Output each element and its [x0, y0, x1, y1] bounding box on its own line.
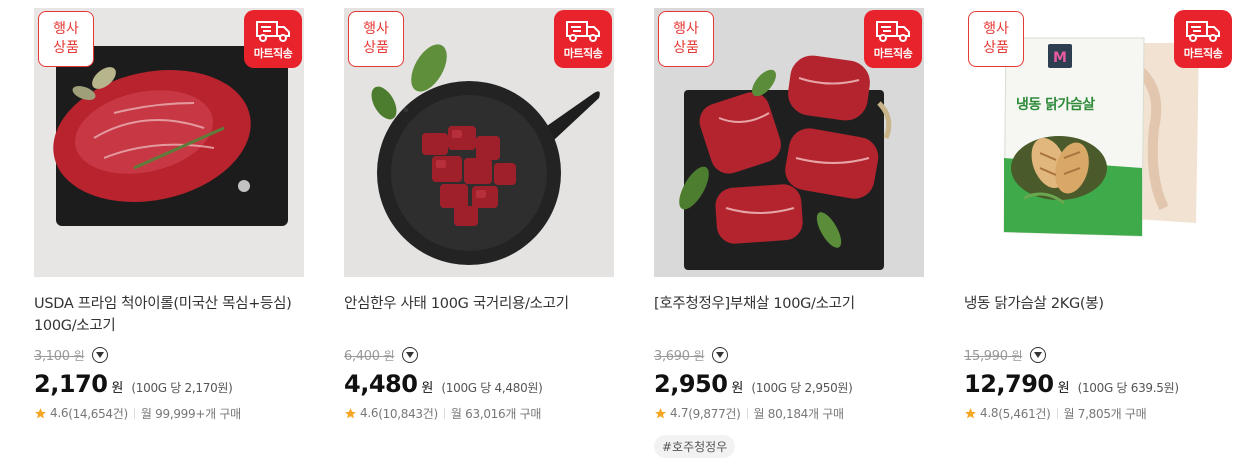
- star-icon: [655, 407, 666, 418]
- currency: 원: [1057, 381, 1070, 396]
- rating: 4.6: [360, 406, 379, 420]
- product-image[interactable]: 행사 상품 마트직송: [344, 8, 614, 277]
- chevron-down-icon: [406, 352, 415, 358]
- original-price: 15,990 원: [964, 348, 1023, 364]
- unit-price: (100G 당 639.5원): [1077, 381, 1179, 395]
- unit-price: (100G 당 4,480원): [441, 381, 543, 395]
- star-icon: [35, 407, 46, 418]
- star-icon: [345, 407, 356, 418]
- product-title[interactable]: USDA 프라임 척아이롤(미국산 목심+등심) 100G/소고기: [34, 293, 304, 337]
- event-badge: 행사 상품: [658, 11, 714, 67]
- review-count: (10,843건): [378, 406, 438, 421]
- monthly-sales: 월 63,016개 구매: [450, 406, 542, 421]
- monthly-sales: 월 99,999+개 구매: [140, 406, 241, 421]
- currency: 원: [731, 381, 744, 396]
- delivery-truck-icon: [876, 21, 910, 42]
- unit-price: (100G 당 2,170원): [131, 381, 233, 395]
- monthly-sales: 월 80,184개 구매: [753, 406, 844, 421]
- price-detail-dropdown[interactable]: [1030, 347, 1047, 363]
- event-badge: 행사 상품: [38, 11, 94, 67]
- product-image[interactable]: 행사 상품 마트직송: [654, 8, 924, 277]
- product-image[interactable]: 행사 상품 마트직송: [34, 8, 304, 277]
- star-icon: [965, 407, 976, 418]
- mart-direct-badge: 마트직송: [554, 10, 612, 68]
- original-price: 6,400 원: [344, 348, 395, 364]
- rating: 4.7: [670, 406, 689, 420]
- mart-direct-badge: 마트직송: [244, 10, 302, 68]
- delivery-truck-icon: [256, 21, 290, 42]
- rating: 4.8: [980, 406, 999, 420]
- currency: 원: [421, 381, 434, 396]
- product-card[interactable]: 행사 상품 마트직송 안심한우 사태 100G 국거리용/소고기 6,400 원…: [344, 8, 614, 422]
- event-badge: 행사 상품: [968, 11, 1024, 67]
- divider: [746, 407, 748, 419]
- sale-price: 12,790: [964, 370, 1054, 398]
- price-detail-dropdown[interactable]: [402, 347, 419, 363]
- delivery-truck-icon: [1186, 21, 1220, 42]
- original-price: 3,100 원: [34, 348, 85, 364]
- product-title[interactable]: 냉동 닭가슴살 2KG(봉): [964, 293, 1234, 337]
- price-detail-dropdown[interactable]: [92, 347, 109, 363]
- hashtag-chip[interactable]: #호주청정우: [654, 435, 736, 458]
- delivery-truck-icon: [566, 21, 600, 42]
- review-count: (14,654건): [68, 406, 128, 421]
- chevron-down-icon: [96, 352, 105, 358]
- product-image[interactable]: M 행사 상품 냉동 닭가슴살 마트직송: [964, 8, 1234, 277]
- package-label: 냉동 닭가슴살: [1016, 97, 1095, 113]
- product-card[interactable]: 행사 상품 마트직송 USDA 프라임 척아이롤(미국산 목심+등심) 100G…: [34, 8, 304, 422]
- review-count: (9,877건): [688, 406, 741, 421]
- sale-price: 2,950: [654, 370, 728, 398]
- currency: 원: [111, 381, 124, 396]
- mart-badge-label: 마트직송: [563, 47, 603, 60]
- mart-badge-label: 마트직송: [253, 47, 293, 60]
- chevron-down-icon: [716, 352, 725, 358]
- sale-price: 2,170: [34, 370, 108, 398]
- product-card[interactable]: M 행사 상품 냉동 닭가슴살 마트직송 냉동 닭가슴살 2KG(봉) 15,9…: [964, 8, 1234, 422]
- event-badge: 행사 상품: [348, 11, 404, 67]
- review-count: (5,461건): [998, 406, 1051, 421]
- product-title[interactable]: [호주청정우]부채살 100G/소고기: [654, 293, 924, 337]
- divider: [443, 407, 445, 419]
- mart-badge-label: 마트직송: [873, 47, 913, 60]
- divider: [1056, 407, 1058, 419]
- mart-badge-label: 마트직송: [1183, 47, 1223, 60]
- svg-text:M: M: [1053, 50, 1067, 66]
- rating: 4.6: [50, 406, 69, 420]
- mart-direct-badge: 마트직송: [1174, 10, 1232, 68]
- price-detail-dropdown[interactable]: [712, 347, 729, 363]
- divider: [133, 407, 135, 419]
- chevron-down-icon: [1034, 352, 1043, 358]
- mart-direct-badge: 마트직송: [864, 10, 922, 68]
- product-card[interactable]: 행사 상품 마트직송 [호주청정우]부채살 100G/소고기 3,690 원 2…: [654, 8, 924, 458]
- sale-price: 4,480: [344, 370, 418, 398]
- monthly-sales: 월 7,805개 구매: [1063, 406, 1147, 421]
- original-price: 3,690 원: [654, 348, 705, 364]
- product-title[interactable]: 안심한우 사태 100G 국거리용/소고기: [344, 293, 614, 337]
- unit-price: (100G 당 2,950원): [751, 381, 853, 395]
